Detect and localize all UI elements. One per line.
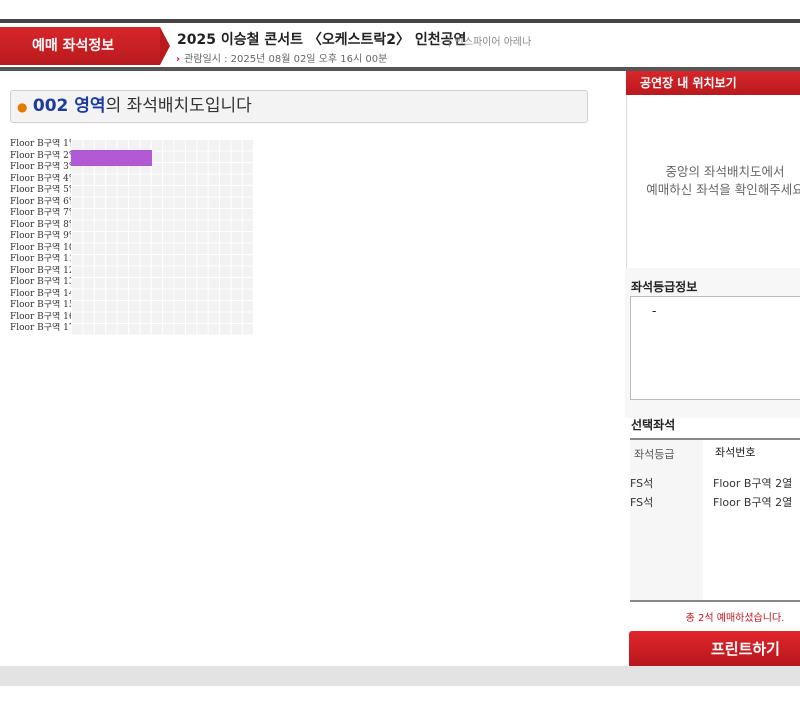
table-cell-seat: Floor B구역 2열 [713, 496, 793, 509]
row-label: Floor B구역 6열 [10, 196, 72, 207]
zone-title-suffix: 의 좌석배치도입니다 [105, 96, 252, 116]
table-cell-grade: FS석 [630, 496, 654, 509]
venue-name: | 인스파이어 아레나 [448, 37, 532, 48]
location-message-line2: 예매하신 좌석을 확인해주세요 [646, 182, 800, 197]
row-label: Floor B구역 2열 [10, 150, 72, 161]
table-cell-grade: FS석 [630, 477, 654, 490]
selected-seats-title: 선택좌석 [631, 418, 676, 432]
row-label: Floor B구역 14열 [10, 288, 72, 299]
event-date: › 관람일시 : 2025년 08월 02일 오후 16시 00분 [176, 50, 387, 65]
total-seats-message: 총 2석 예매하셨습니다. [630, 600, 800, 630]
grade-info-value: - [652, 304, 657, 318]
row-label: Floor B구역 15열 [10, 300, 72, 310]
print-button[interactable]: 프린트하기 [629, 631, 800, 668]
row-label: Floor B구역 17열 [10, 323, 72, 333]
location-panel-title: 공연장 내 위치보기 [626, 71, 800, 95]
row-label: Floor B구역 9열 [10, 231, 72, 241]
zone-id: 002 영역 [32, 96, 106, 116]
zone-title: ● 002 영역의 좌석배치도입니다 [10, 90, 588, 123]
location-message: 중앙의 좌석배치도에서 예매하신 좌석을 확인해주세요 [640, 163, 800, 199]
event-date-text: 관람일시 : 2025년 08월 02일 오후 16시 00분 [184, 54, 388, 65]
selected-seats-highlight[interactable] [71, 150, 152, 166]
row-label: Floor B구역 5열 [10, 185, 72, 195]
row-label: Floor B구역 3열 [10, 162, 72, 172]
event-title: 2025 이승철 콘서트 〈오케스트락2〉 인천공연 [177, 32, 467, 48]
row-label: Floor B구역 13열 [10, 277, 72, 287]
grade-panel-title: 좌석등급정보 [631, 280, 698, 294]
header-bar: 예매 좌석정보 2025 이승철 콘서트 〈오케스트락2〉 인천공연 | 인스파… [0, 23, 800, 67]
row-label: Floor B구역 12열 [10, 265, 72, 276]
seat-grid[interactable] [71, 139, 253, 335]
table-cell-seat: Floor B구역 2열 [713, 477, 793, 490]
col-header-grade: 좌석등급 [634, 448, 675, 461]
footer-bar [0, 666, 800, 686]
bullet-icon: ● [17, 100, 28, 114]
row-label: Floor B구역 11열 [10, 254, 72, 264]
row-label: Floor B구역 10열 [10, 242, 72, 253]
chevron-right-icon: › [176, 54, 181, 65]
row-label: Floor B구역 16열 [10, 311, 72, 322]
header-tag: 예매 좌석정보 [0, 27, 170, 65]
row-label: Floor B구역 4열 [10, 173, 72, 184]
row-label: Floor B구역 7열 [10, 208, 72, 218]
col-header-seat: 좌석번호 [703, 440, 800, 466]
row-label: Floor B구역 1열 [10, 139, 72, 149]
location-message-line1: 중앙의 좌석배치도에서 [665, 164, 785, 179]
row-label: Floor B구역 8열 [10, 219, 72, 230]
